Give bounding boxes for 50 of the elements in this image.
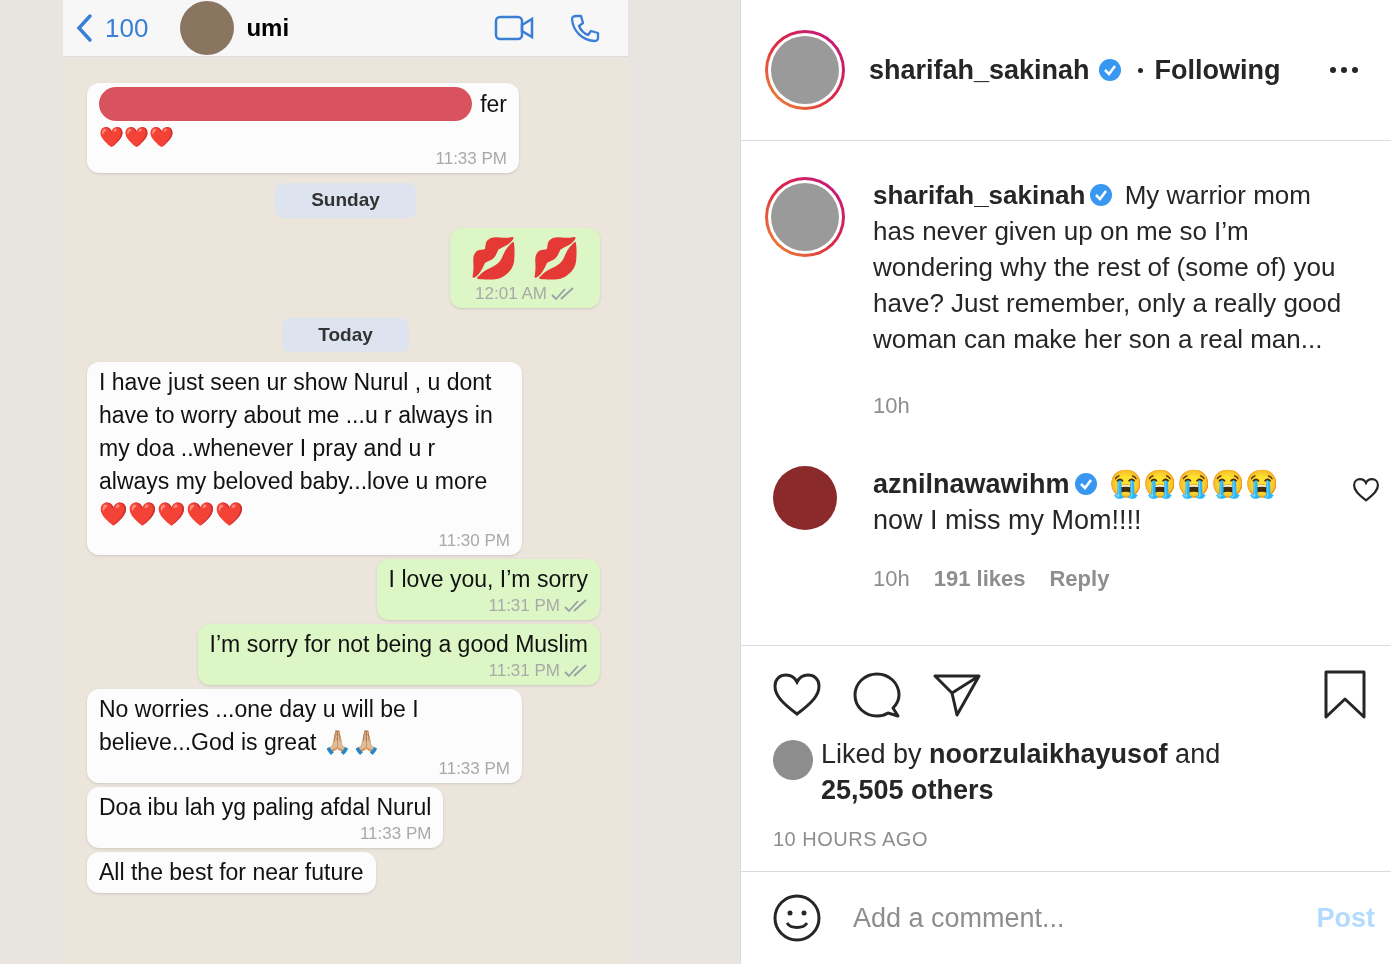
read-ticks-icon xyxy=(564,599,588,613)
back-count[interactable]: 100 xyxy=(105,8,149,48)
message-text: Doa ibu lah yg paling afdal Nurul xyxy=(99,793,432,822)
message-time: 11:33 PM xyxy=(435,149,507,169)
user-avatar xyxy=(771,36,839,104)
message-time: 11:31 PM xyxy=(488,661,560,681)
like-icon[interactable] xyxy=(773,673,821,717)
heart-icon[interactable] xyxy=(1353,478,1379,502)
share-icon[interactable] xyxy=(933,673,981,717)
message-text: All the best for near future xyxy=(99,858,364,887)
video-call-icon[interactable] xyxy=(494,15,534,41)
message-text: fer xyxy=(480,89,507,119)
contact-name: umi xyxy=(246,13,290,43)
emoji-icon[interactable] xyxy=(773,894,821,942)
message-time: 11:31 PM xyxy=(488,596,560,616)
verified-icon xyxy=(1097,58,1122,82)
read-ticks-icon xyxy=(564,664,588,678)
username-link[interactable]: sharifah_sakinah xyxy=(873,180,1086,210)
back-icon[interactable] xyxy=(75,13,93,43)
bookmark-icon[interactable] xyxy=(1323,670,1367,720)
comment-text: aznilnawawihm 😭😭😭😭😭 now I miss my Mom!!!! xyxy=(873,468,1281,537)
username-link[interactable]: aznilnawawihm xyxy=(873,469,1070,499)
date-label: Sunday xyxy=(275,183,416,218)
message-text: I love you, I’m sorry xyxy=(388,565,588,594)
caption-time: 10h xyxy=(873,392,911,420)
message-time: 12:01 AM xyxy=(475,283,547,304)
message-text: I have just seen ur show Nurul , u dont have to worry about me ...u r always in my doa ..whenever I pray and u r always my beloved baby...love u more ❤❤❤❤❤ xyxy=(99,368,494,529)
comment-icon[interactable] xyxy=(853,672,901,718)
message-text: No worries ...one day u will be I believe...God is great 🙏🏼🙏🏼 xyxy=(99,695,420,757)
following-button[interactable]: Following xyxy=(1154,49,1281,91)
read-ticks-icon xyxy=(550,286,575,301)
message-time: 11:33 PM xyxy=(438,759,510,779)
more-options-icon[interactable] xyxy=(1329,66,1359,74)
date-label: Today xyxy=(282,317,409,352)
likes-text[interactable]: Liked by noorzulaikhayusof and 25,505 others xyxy=(821,736,1261,808)
phone-icon[interactable] xyxy=(570,13,600,43)
liker-avatar xyxy=(773,740,813,780)
hearts-text: ❤❤❤ xyxy=(99,125,175,149)
username-link[interactable]: sharifah_sakinah xyxy=(869,49,1090,91)
verified-icon xyxy=(1089,183,1114,207)
caption-text: sharifah_sakinah My warrior mom has never given up on me so I’m wondering why the rest of (some of) you have? Just remember, only a really good woman can make her son a real man... xyxy=(873,179,1343,356)
message-time: 11:33 PM xyxy=(359,824,432,844)
message-text: 💋 💋 xyxy=(469,234,581,282)
message-text: I’m sorry for not being a good Muslim xyxy=(209,630,588,659)
contact-avatar xyxy=(180,1,235,55)
comment-time: 10h xyxy=(873,565,910,593)
user-avatar xyxy=(771,183,839,251)
verified-icon xyxy=(1073,472,1098,496)
message-time: 11:30 PM xyxy=(438,531,510,551)
post-timestamp: 10 HOURS AGO xyxy=(773,827,929,852)
